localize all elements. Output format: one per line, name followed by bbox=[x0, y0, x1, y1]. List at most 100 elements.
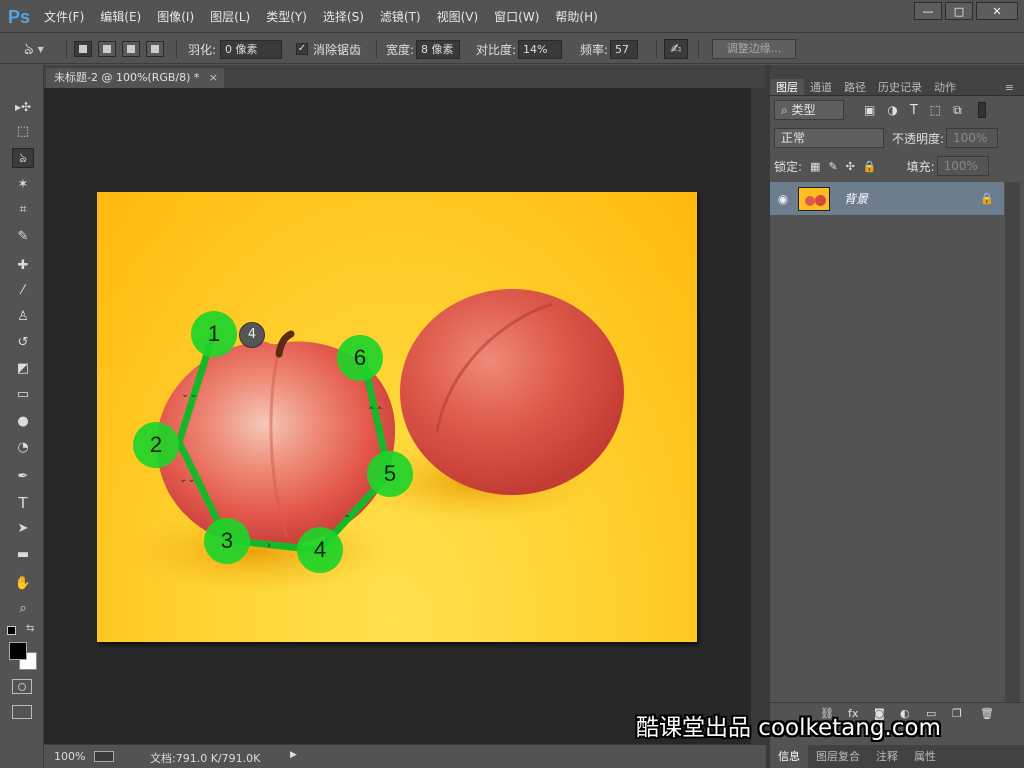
refine-edge-button[interactable]: 调整边缘... bbox=[712, 39, 796, 59]
layers-scrollbar[interactable] bbox=[1005, 182, 1020, 702]
lock-position-icon[interactable]: ✣ bbox=[846, 160, 855, 173]
gradient-tool-icon[interactable]: ▭ bbox=[12, 385, 34, 405]
magic-wand-tool-icon[interactable]: ✶ bbox=[12, 175, 34, 195]
fill-input[interactable]: 100% bbox=[936, 156, 989, 176]
menu-layer[interactable]: 图层(L) bbox=[210, 8, 250, 25]
frequency-control: 频率: 57 bbox=[580, 39, 639, 59]
blur-tool-icon[interactable]: ● bbox=[12, 412, 34, 432]
panel-header bbox=[770, 65, 1024, 79]
tab-properties[interactable]: 属性 bbox=[906, 745, 944, 768]
status-preview-icon[interactable] bbox=[94, 751, 114, 762]
menu-window[interactable]: 窗口(W) bbox=[494, 8, 539, 25]
blend-mode-dropdown[interactable]: 正常 bbox=[774, 128, 884, 148]
marquee-tool-icon[interactable]: ⬚ bbox=[12, 122, 34, 142]
new-layer-icon[interactable]: ❐ bbox=[952, 707, 962, 720]
filter-adjustment-icon[interactable]: ◑ bbox=[887, 103, 897, 117]
menu-file[interactable]: 文件(F) bbox=[44, 8, 84, 25]
filter-shape-icon[interactable]: ⬚ bbox=[930, 103, 941, 117]
svg-text:⌃⌃: ⌃⌃ bbox=[367, 406, 384, 417]
feather-input[interactable]: 0 像素 bbox=[220, 39, 283, 59]
opacity-input[interactable]: 100% bbox=[946, 128, 999, 148]
zoom-level[interactable]: 100% bbox=[54, 750, 85, 763]
layer-row-background[interactable]: ◉ 背景 🔒 bbox=[770, 182, 1004, 215]
delete-layer-icon[interactable]: 🗑 bbox=[980, 707, 994, 720]
fill-label: 填充: bbox=[906, 159, 935, 174]
zoom-tool-icon[interactable]: ⌕ bbox=[12, 599, 34, 619]
dodge-tool-icon[interactable]: ◔ bbox=[12, 438, 34, 458]
history-brush-tool-icon[interactable]: ↺ bbox=[12, 333, 34, 353]
document-tab[interactable]: 未标题-2 @ 100%(RGB/8) * × bbox=[46, 68, 224, 88]
move-tool-icon[interactable]: ▸✣ bbox=[12, 97, 34, 117]
antialias-checkbox[interactable]: ✓ bbox=[296, 43, 308, 55]
magnetic-lasso-tool-icon[interactable]: ঌ bbox=[12, 148, 34, 168]
menu-edit[interactable]: 编辑(E) bbox=[100, 8, 141, 25]
frequency-input[interactable]: 57 bbox=[610, 39, 639, 59]
menu-select[interactable]: 选择(S) bbox=[323, 8, 364, 25]
restore-button[interactable]: □ bbox=[945, 2, 973, 20]
lock-image-icon[interactable]: ✎ bbox=[828, 160, 837, 173]
screen-mode-icon[interactable] bbox=[12, 705, 32, 719]
default-colors-icon[interactable] bbox=[7, 626, 16, 635]
hand-tool-icon[interactable]: ✋ bbox=[12, 574, 34, 594]
tool-preset-picker[interactable]: ঌ ▼ bbox=[24, 39, 44, 59]
visibility-eye-icon[interactable]: ◉ bbox=[770, 192, 796, 206]
width-input[interactable]: 8 像素 bbox=[416, 39, 461, 59]
add-selection-button[interactable] bbox=[98, 41, 116, 57]
filter-smart-object-icon[interactable]: ⧉ bbox=[953, 103, 962, 118]
info-panel-tabs: 信息 图层复合 注释 属性 bbox=[770, 745, 1024, 768]
contrast-control: 对比度: 14% bbox=[476, 39, 563, 59]
antialias-control[interactable]: ✓ 消除锯齿 bbox=[296, 39, 361, 59]
pen-tool-icon[interactable]: ✒ bbox=[12, 467, 34, 487]
menu-view[interactable]: 视图(V) bbox=[437, 8, 479, 25]
layer-filter-dropdown[interactable]: ⌕ 类型 bbox=[774, 100, 844, 120]
contrast-input[interactable]: 14% bbox=[518, 39, 563, 59]
eraser-tool-icon[interactable]: ◩ bbox=[12, 359, 34, 379]
intersect-selection-button[interactable] bbox=[146, 41, 164, 57]
layer-name: 背景 bbox=[844, 192, 869, 206]
minimize-button[interactable]: — bbox=[914, 2, 942, 20]
menu-image[interactable]: 图像(I) bbox=[157, 8, 194, 25]
tab-layers[interactable]: 图层 bbox=[770, 79, 804, 95]
canvas-scrollbar[interactable] bbox=[750, 88, 766, 744]
menu-filter[interactable]: 滤镜(T) bbox=[380, 8, 421, 25]
tab-notes[interactable]: 注释 bbox=[868, 745, 906, 768]
swap-colors-icon[interactable]: ⇆ bbox=[26, 623, 34, 634]
eyedropper-tool-icon[interactable]: ✎ bbox=[12, 227, 34, 247]
close-icon[interactable]: × bbox=[209, 68, 218, 88]
panel-menu-icon[interactable]: ≡ bbox=[999, 79, 1020, 96]
path-selection-tool-icon[interactable]: ➤ bbox=[12, 519, 34, 539]
quick-mask-icon[interactable] bbox=[12, 679, 32, 694]
layer-lock-icon: 🔒 bbox=[980, 192, 994, 205]
tab-channels[interactable]: 通道 bbox=[804, 79, 838, 95]
rectangle-tool-icon[interactable]: ▬ bbox=[12, 545, 34, 565]
type-tool-icon[interactable]: T bbox=[12, 493, 34, 513]
menu-type[interactable]: 类型(Y) bbox=[266, 8, 307, 25]
healing-brush-tool-icon[interactable]: ✚ bbox=[12, 256, 34, 276]
document-tab-title: 未标题-2 @ 100%(RGB/8) * bbox=[54, 71, 200, 84]
tutorial-marker-4: 4 bbox=[297, 527, 343, 573]
subtract-selection-button[interactable] bbox=[122, 41, 140, 57]
opacity-label: 不透明度: bbox=[892, 131, 945, 146]
pen-pressure-button[interactable]: ✍ bbox=[664, 39, 688, 59]
filter-toggle[interactable] bbox=[977, 102, 986, 118]
tab-actions[interactable]: 动作 bbox=[928, 79, 962, 95]
filter-type-icon[interactable]: T bbox=[910, 103, 918, 118]
new-selection-button[interactable] bbox=[74, 41, 92, 57]
lock-transparent-icon[interactable]: ▦ bbox=[810, 160, 820, 173]
tab-layer-comps[interactable]: 图层复合 bbox=[808, 745, 868, 768]
tab-info[interactable]: 信息 bbox=[770, 745, 808, 768]
tab-paths[interactable]: 路径 bbox=[838, 79, 872, 95]
menu-help[interactable]: 帮助(H) bbox=[555, 8, 597, 25]
photoshop-logo: Ps bbox=[8, 7, 31, 27]
close-button[interactable]: ✕ bbox=[976, 2, 1018, 20]
status-menu-arrow-icon[interactable]: ▶ bbox=[290, 750, 297, 760]
tab-history[interactable]: 历史记录 bbox=[872, 79, 928, 95]
foreground-color-swatch[interactable] bbox=[9, 642, 27, 660]
crop-tool-icon[interactable]: ⌗ bbox=[12, 200, 34, 220]
brush-tool-icon[interactable]: ⁄ bbox=[12, 281, 34, 301]
clone-stamp-tool-icon[interactable]: ♙ bbox=[12, 307, 34, 327]
document-image[interactable]: ⌄⌄ ⌄⌄ › ⌃ ⌃⌃ 1 2 3 4 5 6 4 bbox=[97, 192, 697, 642]
filter-pixel-icon[interactable]: ▣ bbox=[864, 103, 875, 117]
lock-all-icon[interactable]: 🔒 bbox=[863, 160, 877, 173]
layers-panel: 图层 通道 路径 历史记录 动作 ≡ ⌕ 类型 ▣ ◑ T ⬚ ⧉ 正常 不透明… bbox=[770, 65, 1024, 745]
